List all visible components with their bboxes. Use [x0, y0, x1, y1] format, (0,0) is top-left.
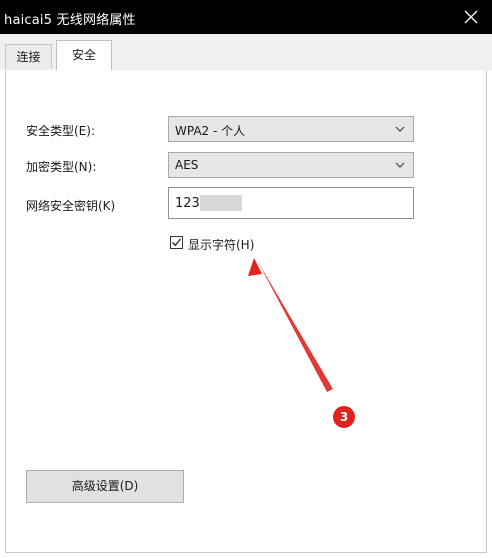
- step-badge: 3: [331, 404, 357, 430]
- annotation-arrow: [248, 258, 333, 392]
- wireless-properties-window: haicai5 无线网络属性 连接 安全 安全类型(E): WPA2 - 个人 …: [0, 0, 492, 558]
